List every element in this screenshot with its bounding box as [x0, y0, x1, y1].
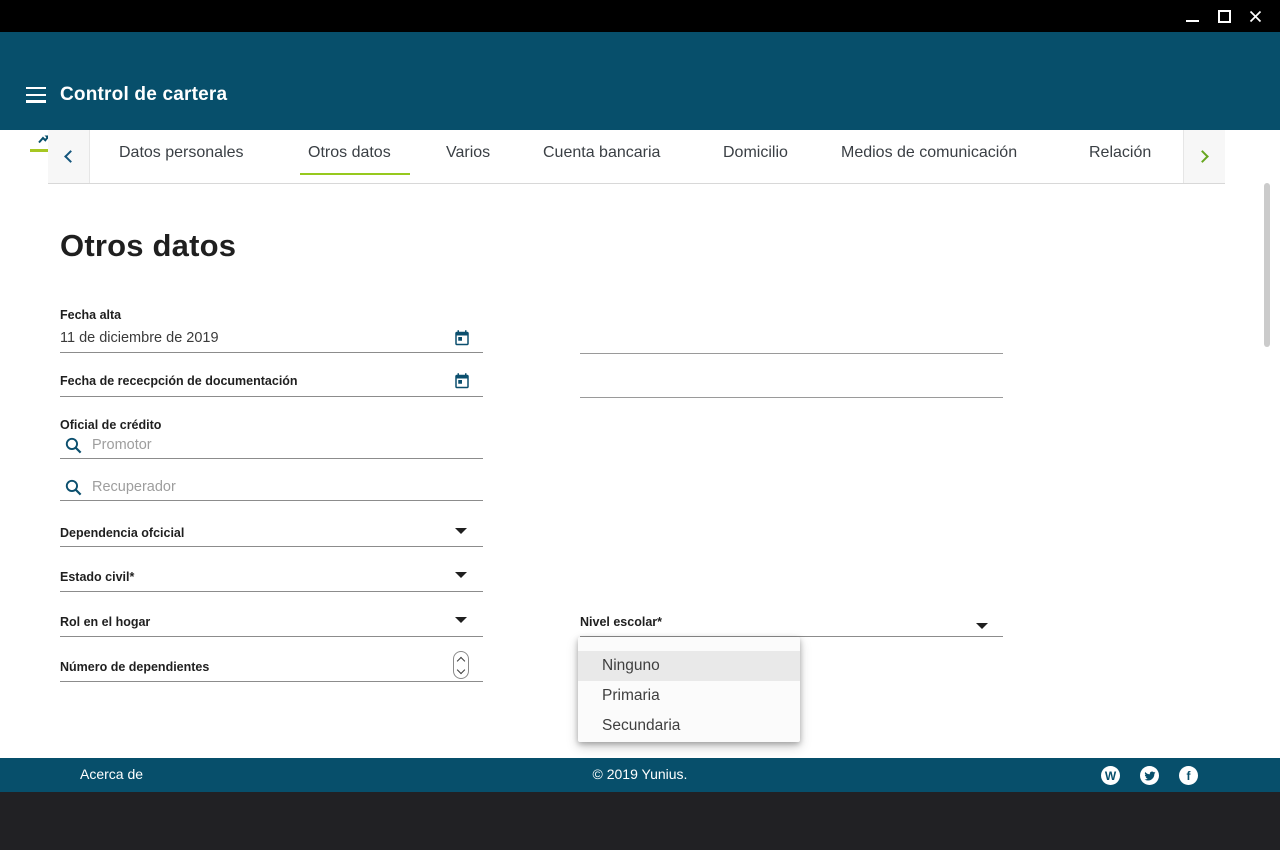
num-dependientes-underline	[60, 681, 483, 682]
fecha-alta-label: Fecha alta	[60, 308, 121, 322]
promotor-underline	[60, 458, 483, 459]
footer: Acerca de © 2019 Yunius.	[0, 758, 1280, 792]
dependencia-underline	[60, 546, 483, 547]
maximize-button[interactable]	[1210, 0, 1238, 32]
tabs-scroll-right-button[interactable]	[1183, 130, 1225, 183]
app-title: Control de cartera	[60, 84, 227, 106]
tab-varios[interactable]: Varios	[446, 144, 490, 162]
recuperador-underline	[60, 500, 483, 501]
estado-civil-label: Estado civil*	[60, 570, 134, 584]
fecha-alta-underline	[60, 352, 483, 353]
empty-field-underline[interactable]	[580, 353, 1003, 354]
tab-domicilio[interactable]: Domicilio	[723, 144, 788, 162]
stepper-up-icon	[457, 656, 465, 664]
tab-cuenta-bancaria[interactable]: Cuenta bancaria	[543, 144, 660, 162]
stepper-down-icon	[457, 665, 465, 673]
wordpress-icon[interactable]: W	[1101, 766, 1120, 785]
menu-icon[interactable]	[26, 87, 46, 103]
fecha-alta-value[interactable]: 11 de diciembre de 2019	[60, 330, 219, 346]
calendar-icon[interactable]	[453, 329, 471, 348]
tab-strip: Datos personales Otros datos Varios Cuen…	[48, 130, 1225, 184]
dropdown-caret-icon[interactable]	[976, 623, 988, 629]
app-header: Control de cartera Operación Reportes	[0, 32, 1280, 130]
dropdown-caret-icon[interactable]	[455, 528, 467, 534]
tabs-scroll-left-button[interactable]	[48, 130, 90, 183]
dropdown-option-primaria[interactable]: Primaria	[578, 681, 800, 711]
taskbar: G 12:32 PM	[0, 792, 1280, 850]
empty-field-underline[interactable]	[580, 397, 1003, 398]
window-titlebar	[0, 0, 1280, 32]
close-icon	[1248, 9, 1263, 24]
minimize-button[interactable]	[1178, 0, 1206, 32]
twitter-icon[interactable]	[1140, 766, 1159, 785]
calendar-icon[interactable]	[453, 372, 471, 391]
nivel-escolar-dropdown: Ninguno Primaria Secundaria	[578, 637, 800, 742]
recuperador-input[interactable]	[92, 479, 422, 495]
tab-medios-comunicacion[interactable]: Medios de comunicación	[841, 144, 1017, 162]
search-icon	[64, 436, 83, 455]
copyright-text: © 2019 Yunius.	[0, 766, 1280, 782]
tab-datos-personales[interactable]: Datos personales	[119, 144, 244, 162]
num-dependientes-label: Número de dependientes	[60, 660, 209, 674]
tab-otros-datos[interactable]: Otros datos	[308, 144, 391, 162]
search-icon	[64, 478, 83, 497]
chevron-right-icon	[1196, 150, 1209, 163]
estado-civil-underline	[60, 591, 483, 592]
fecha-recepcion-label: Fecha de rececpción de documentación	[60, 374, 298, 388]
rol-hogar-underline	[60, 636, 483, 637]
dropdown-caret-icon[interactable]	[455, 572, 467, 578]
dropdown-option-secundaria[interactable]: Secundaria	[578, 711, 800, 741]
nivel-escolar-label: Nivel escolar*	[580, 615, 662, 629]
rol-hogar-label: Rol en el hogar	[60, 615, 150, 629]
vertical-scrollbar[interactable]	[1264, 183, 1270, 347]
close-button[interactable]	[1241, 0, 1269, 32]
chevron-left-icon	[64, 150, 77, 163]
minimize-icon	[1186, 20, 1199, 22]
active-tab-underline	[300, 173, 410, 175]
dependencia-label: Dependencia ofcicial	[60, 526, 184, 540]
number-stepper[interactable]	[453, 651, 469, 679]
dropdown-caret-icon[interactable]	[455, 617, 467, 623]
promotor-input[interactable]	[92, 437, 422, 453]
facebook-icon[interactable]: f	[1179, 766, 1198, 785]
screen: Control de cartera Operación Reportes Da…	[0, 0, 1280, 850]
dropdown-option-ninguno[interactable]: Ninguno	[578, 651, 800, 681]
oficial-credito-label: Oficial de crédito	[60, 418, 161, 432]
fecha-recepcion-underline	[60, 396, 483, 397]
maximize-icon	[1218, 10, 1231, 23]
tab-relacion[interactable]: Relación	[1089, 144, 1151, 162]
page-title: Otros datos	[60, 228, 236, 264]
